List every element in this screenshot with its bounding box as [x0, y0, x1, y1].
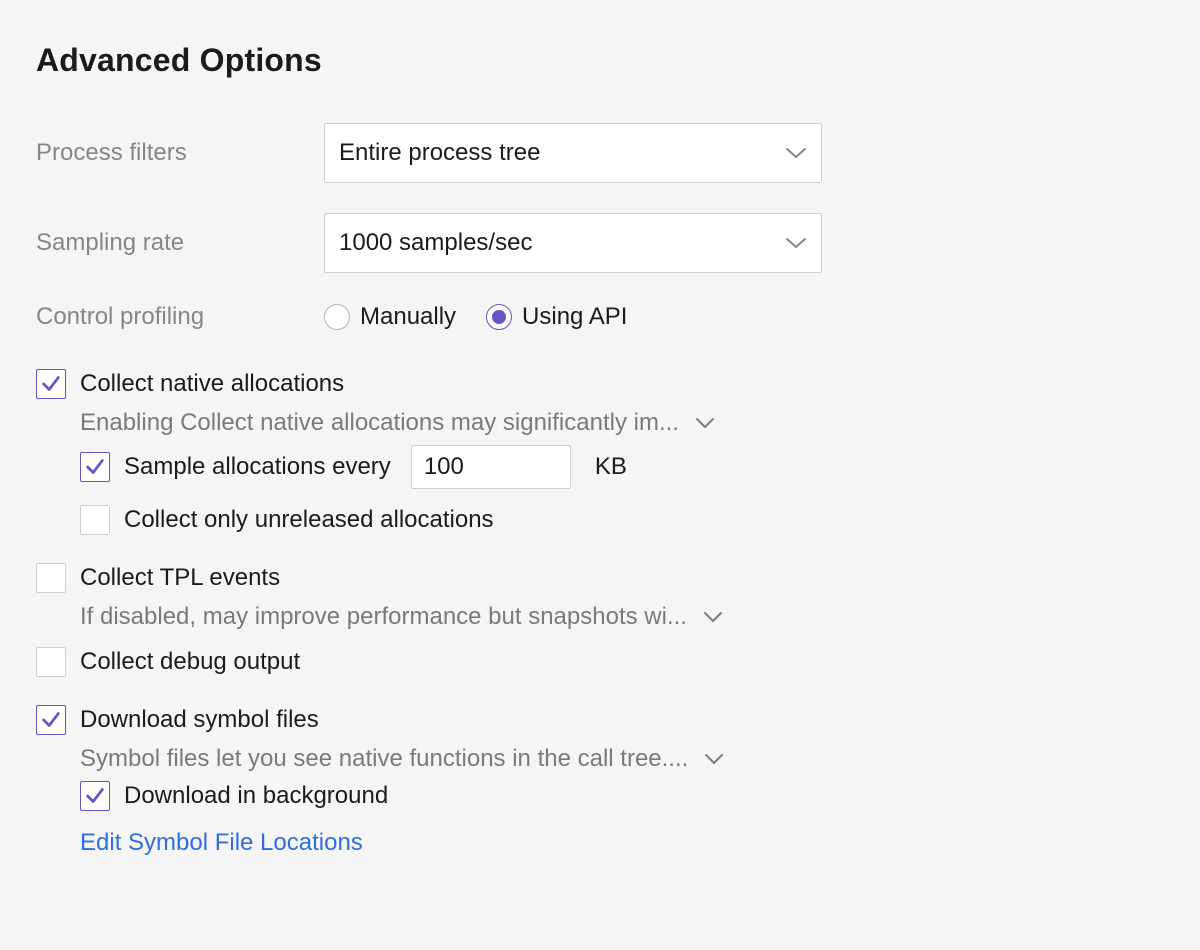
- radio-circle-icon: [486, 304, 512, 330]
- download-symbols-desc: Symbol files let you see native function…: [80, 745, 688, 773]
- check-icon: [40, 373, 62, 395]
- radio-circle-icon: [324, 304, 350, 330]
- sampling-rate-value: 1000 samples/sec: [339, 229, 532, 257]
- chevron-down-icon: [704, 753, 724, 766]
- collect-tpl-label: Collect TPL events: [80, 564, 280, 592]
- checkbox-only-unreleased[interactable]: [80, 505, 110, 535]
- edit-symbol-locations-link[interactable]: Edit Symbol File Locations: [80, 829, 363, 857]
- download-background-row: Download in background: [80, 781, 1164, 811]
- radio-manually[interactable]: Manually: [324, 303, 456, 331]
- option-download-symbols: Download symbol files Symbol files let y…: [36, 705, 1164, 857]
- sampling-rate-label: Sampling rate: [36, 229, 324, 257]
- option-collect-debug: Collect debug output: [36, 647, 1164, 677]
- chevron-down-icon: [695, 417, 715, 430]
- only-unreleased-label: Collect only unreleased allocations: [124, 506, 494, 534]
- checkbox-download-symbols[interactable]: [36, 705, 66, 735]
- download-background-label: Download in background: [124, 782, 388, 810]
- sample-allocations-row: Sample allocations every KB: [80, 445, 1164, 489]
- chevron-down-icon: [785, 236, 807, 250]
- option-collect-native: Collect native allocations Enabling Coll…: [36, 369, 1164, 535]
- radio-using-api-label: Using API: [522, 303, 627, 331]
- expand-download-symbols[interactable]: [704, 753, 724, 766]
- collect-native-desc: Enabling Collect native allocations may …: [80, 409, 679, 437]
- option-collect-tpl: Collect TPL events If disabled, may impr…: [36, 563, 1164, 631]
- expand-collect-native[interactable]: [695, 417, 715, 430]
- sampling-rate-row: Sampling rate 1000 samples/sec: [36, 213, 1164, 273]
- radio-manually-label: Manually: [360, 303, 456, 331]
- process-filters-select[interactable]: Entire process tree: [324, 123, 822, 183]
- check-icon: [40, 709, 62, 731]
- checkbox-sample-allocations[interactable]: [80, 452, 110, 482]
- download-symbols-label: Download symbol files: [80, 706, 319, 734]
- control-profiling-label: Control profiling: [36, 303, 324, 331]
- process-filters-label: Process filters: [36, 139, 324, 167]
- collect-debug-label: Collect debug output: [80, 648, 300, 676]
- sampling-rate-select[interactable]: 1000 samples/sec: [324, 213, 822, 273]
- chevron-down-icon: [703, 611, 723, 624]
- collect-native-label: Collect native allocations: [80, 370, 344, 398]
- sample-allocations-unit: KB: [595, 453, 627, 481]
- advanced-options-panel: Advanced Options Process filters Entire …: [0, 0, 1200, 857]
- checkbox-download-background[interactable]: [80, 781, 110, 811]
- sample-allocations-input[interactable]: [411, 445, 571, 489]
- expand-collect-tpl[interactable]: [703, 611, 723, 624]
- process-filters-value: Entire process tree: [339, 139, 540, 167]
- checkbox-collect-tpl[interactable]: [36, 563, 66, 593]
- control-profiling-radios: Manually Using API: [324, 303, 627, 331]
- checkbox-collect-debug[interactable]: [36, 647, 66, 677]
- radio-using-api[interactable]: Using API: [486, 303, 627, 331]
- section-title: Advanced Options: [36, 42, 1164, 79]
- process-filters-row: Process filters Entire process tree: [36, 123, 1164, 183]
- options-list: Collect native allocations Enabling Coll…: [36, 369, 1164, 857]
- check-icon: [84, 785, 106, 807]
- checkbox-collect-native[interactable]: [36, 369, 66, 399]
- only-unreleased-row: Collect only unreleased allocations: [80, 505, 1164, 535]
- collect-tpl-desc: If disabled, may improve performance but…: [80, 603, 687, 631]
- chevron-down-icon: [785, 146, 807, 160]
- control-profiling-row: Control profiling Manually Using API: [36, 303, 1164, 331]
- sample-allocations-label: Sample allocations every: [124, 453, 391, 481]
- check-icon: [84, 456, 106, 478]
